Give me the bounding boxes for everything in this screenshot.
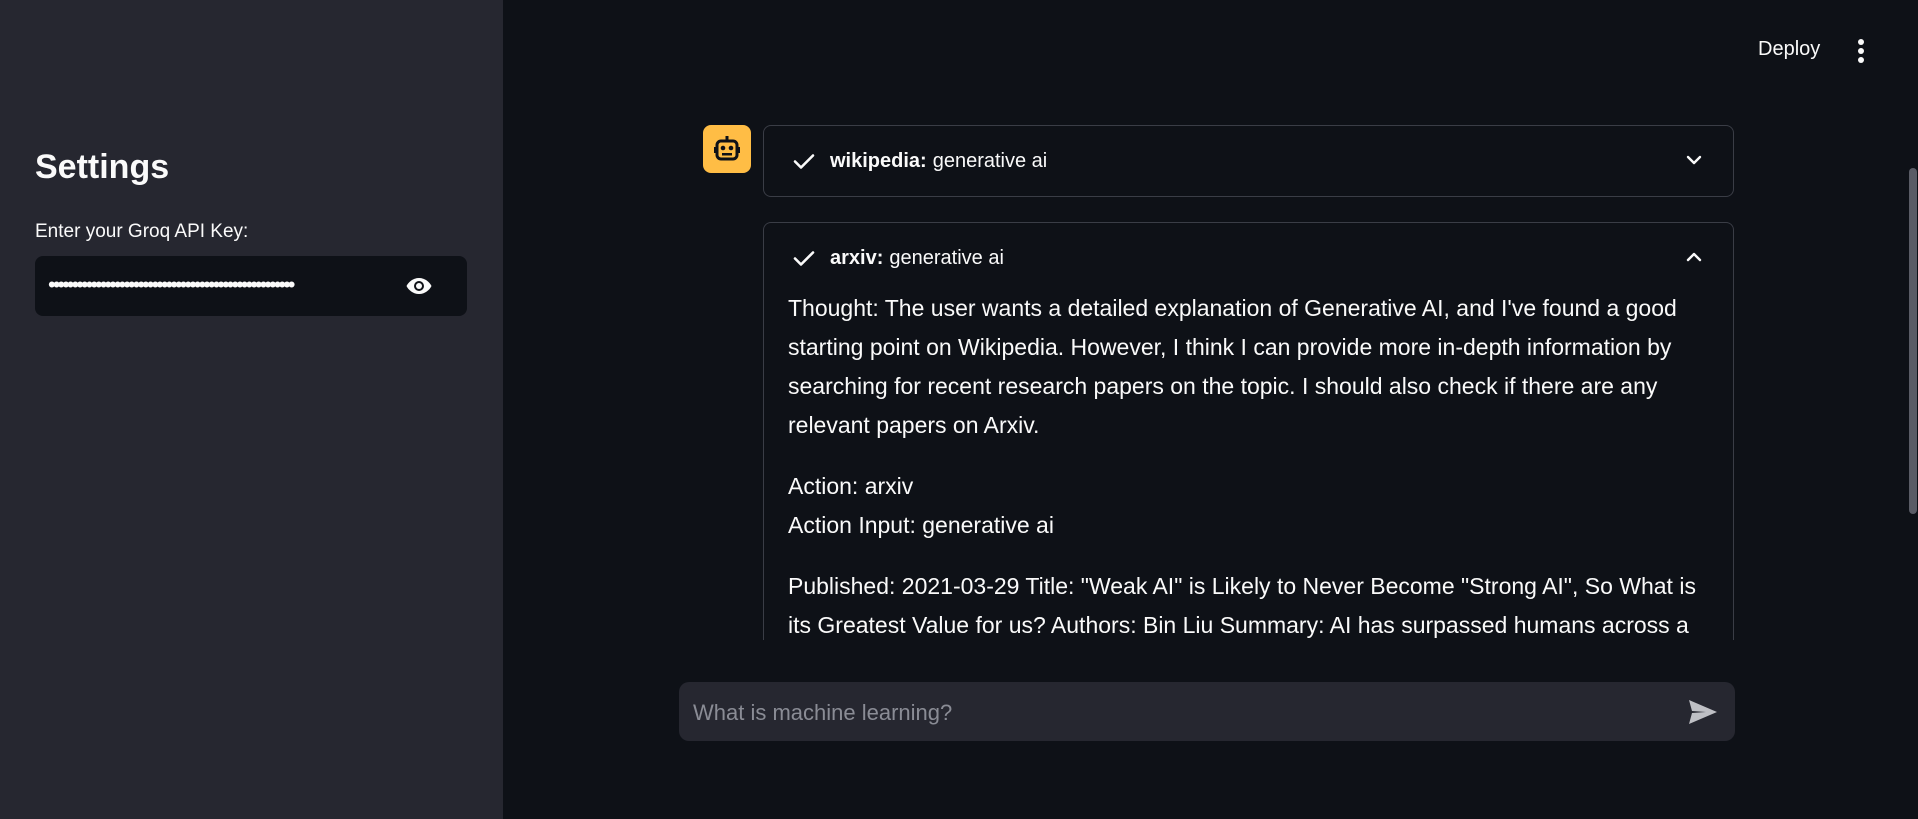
check-icon: [793, 154, 815, 169]
expander-arxiv[interactable]: arxiv: generative ai Thought: The user w…: [763, 222, 1734, 662]
check-icon: [793, 251, 815, 266]
api-key-label: Enter your Groq API Key:: [35, 221, 249, 242]
deploy-button[interactable]: Deploy: [1758, 38, 1820, 61]
expander-wikipedia[interactable]: wikipedia: generative ai: [763, 125, 1734, 197]
expander-tool-name: wikipedia:: [830, 149, 927, 172]
thought-text: Thought: The user wants a detailed expla…: [788, 295, 1677, 438]
expander-query: generative ai: [932, 149, 1048, 172]
expander-header[interactable]: arxiv: generative ai: [792, 223, 1004, 293]
api-key-field[interactable]: ••••••••••••••••••••••••••••••••••••••••…: [35, 256, 467, 316]
assistant-avatar: [703, 125, 751, 173]
show-password-button[interactable]: [402, 270, 436, 302]
action-block: Action: arxiv Action Input: generative a…: [788, 467, 1708, 545]
chat-input-container[interactable]: [679, 682, 1735, 743]
eye-icon: [406, 278, 432, 294]
action-input-text: Action Input: generative ai: [788, 512, 1054, 538]
scrollbar[interactable]: [1909, 168, 1917, 514]
main-menu-button[interactable]: [1852, 34, 1870, 68]
send-button[interactable]: [1687, 697, 1719, 727]
robot-icon: [714, 136, 740, 161]
expander-tool-name: arxiv:: [830, 246, 884, 269]
chevron-up-icon[interactable]: [1683, 246, 1705, 268]
sidebar: Settings Enter your Groq API Key: ••••••…: [0, 0, 503, 819]
api-key-value[interactable]: ••••••••••••••••••••••••••••••••••••••••…: [48, 270, 416, 300]
scroll-fade: [763, 640, 1734, 662]
expander-query: generative ai: [889, 246, 1004, 269]
action-text: Action: arxiv: [788, 473, 914, 499]
chat-input[interactable]: [691, 682, 1655, 743]
expander-content: Thought: The user wants a detailed expla…: [788, 289, 1708, 662]
expander-header[interactable]: wikipedia: generative ai: [792, 126, 1047, 196]
send-icon: [1689, 700, 1717, 724]
chevron-down-icon[interactable]: [1683, 149, 1705, 171]
more-vertical-icon: [1858, 39, 1864, 63]
sidebar-title: Settings: [35, 148, 170, 186]
